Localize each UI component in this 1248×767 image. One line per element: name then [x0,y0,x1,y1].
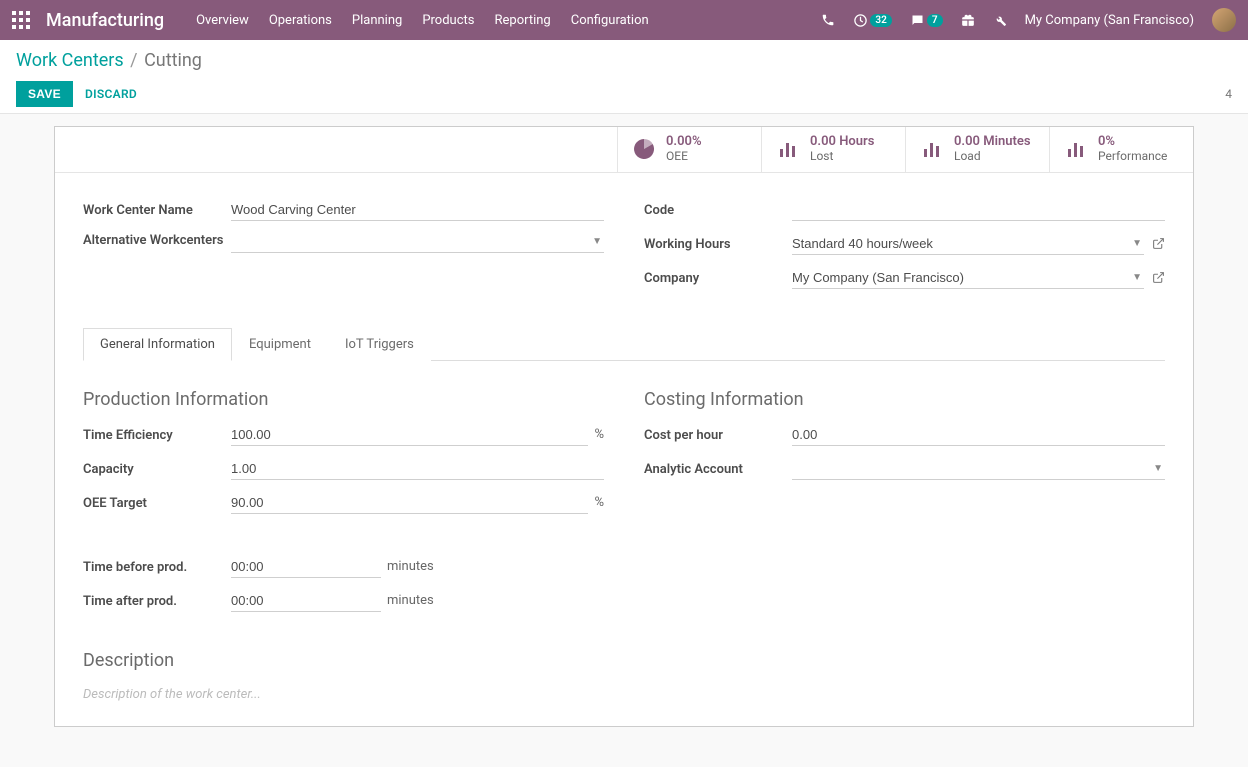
input-cost-per-hour[interactable] [792,424,1165,446]
bar-chart-icon [920,137,944,161]
input-oee-target[interactable] [231,492,588,514]
tab-equipment[interactable]: Equipment [232,328,328,361]
stat-lost[interactable]: 0.00 Hours Lost [761,127,905,172]
notebook-tabs: General Information Equipment IoT Trigge… [83,327,1165,361]
heading-production-info: Production Information [83,389,604,410]
stat-performance-label: Performance [1098,150,1167,164]
apps-icon[interactable] [12,11,30,29]
label-alt-workcenters: Alternative Workcenters [83,231,231,248]
input-alt-workcenters[interactable] [231,231,604,253]
breadcrumb: Work Centers / Cutting [16,50,1232,71]
company-switcher[interactable]: My Company (San Francisco) [1025,13,1194,28]
breadcrumb-current: Cutting [144,50,202,71]
heading-description: Description [83,650,1165,671]
input-description[interactable]: Description of the work center... [83,683,1165,706]
external-link-icon[interactable] [1152,271,1165,284]
stat-oee-value: 0.00% [666,135,702,150]
stat-lost-label: Lost [810,150,874,164]
stat-load[interactable]: 0.00 Minutes Load [905,127,1049,172]
phone-icon[interactable] [821,13,835,27]
label-working-hours: Working Hours [644,235,792,252]
heading-costing-info: Costing Information [644,389,1165,410]
nav-planning[interactable]: Planning [352,13,402,28]
label-company: Company [644,269,792,286]
nav-reporting[interactable]: Reporting [495,13,551,28]
input-name[interactable] [231,199,604,221]
stat-oee-label: OEE [666,150,702,164]
input-time-after[interactable] [231,590,381,612]
app-title[interactable]: Manufacturing [46,10,164,31]
input-capacity[interactable] [231,458,604,480]
stat-performance[interactable]: 0% Performance [1049,127,1193,172]
user-avatar[interactable] [1212,8,1236,32]
stat-performance-value: 0% [1098,135,1167,150]
pager[interactable]: 4 [1225,87,1232,101]
stat-oee[interactable]: 0.00% OEE [617,127,761,172]
discard-button[interactable]: DISCARD [85,87,137,101]
nav-overview[interactable]: Overview [196,13,249,28]
nav-configuration[interactable]: Configuration [571,13,649,28]
external-link-icon[interactable] [1152,237,1165,250]
messages-badge: 7 [927,14,943,27]
button-row: SAVE DISCARD 4 [16,81,1232,107]
messages-icon[interactable]: 7 [910,13,943,28]
activities-badge: 32 [870,14,891,27]
form-sheet: 0.00% OEE 0.00 Hours Lost 0.00 Minutes [54,126,1194,727]
input-time-efficiency[interactable] [231,424,588,446]
control-panel: Work Centers / Cutting SAVE DISCARD 4 [0,40,1248,114]
save-button[interactable]: SAVE [16,81,73,107]
label-name: Work Center Name [83,201,231,218]
label-code: Code [644,201,792,218]
input-time-before[interactable] [231,556,381,578]
stat-lost-value: 0.00 Hours [810,135,874,150]
nav-products[interactable]: Products [422,13,474,28]
tab-general-information[interactable]: General Information [83,328,232,361]
unit-percent: % [594,427,604,442]
label-analytic-account: Analytic Account [644,460,792,477]
tab-iot-triggers[interactable]: IoT Triggers [328,328,431,361]
nav-operations[interactable]: Operations [269,13,332,28]
label-time-efficiency: Time Efficiency [83,426,231,443]
nav-menu: Overview Operations Planning Products Re… [196,13,649,28]
breadcrumb-parent[interactable]: Work Centers [16,50,124,71]
stat-button-row: 0.00% OEE 0.00 Hours Lost 0.00 Minutes [55,127,1193,173]
label-time-before: Time before prod. [83,558,231,575]
topbar: Manufacturing Overview Operations Planni… [0,0,1248,40]
unit-minutes: minutes [387,593,434,608]
gift-icon[interactable] [961,13,975,27]
pie-chart-icon [632,137,656,161]
input-analytic-account[interactable] [792,458,1165,480]
unit-percent: % [594,495,604,510]
label-oee-target: OEE Target [83,494,231,511]
wrench-icon[interactable] [993,13,1007,27]
bar-chart-icon [776,137,800,161]
input-code[interactable] [792,199,1165,221]
activities-icon[interactable]: 32 [853,13,891,28]
input-working-hours[interactable] [792,233,1144,255]
input-company[interactable] [792,267,1144,289]
label-capacity: Capacity [83,460,231,477]
bar-chart-icon [1064,137,1088,161]
breadcrumb-separator: / [130,50,142,71]
stat-load-label: Load [954,150,1031,164]
label-cost-per-hour: Cost per hour [644,426,792,443]
topbar-right: 32 7 My Company (San Francisco) [821,8,1236,32]
label-time-after: Time after prod. [83,592,231,609]
stat-load-value: 0.00 Minutes [954,135,1031,150]
unit-minutes: minutes [387,559,434,574]
